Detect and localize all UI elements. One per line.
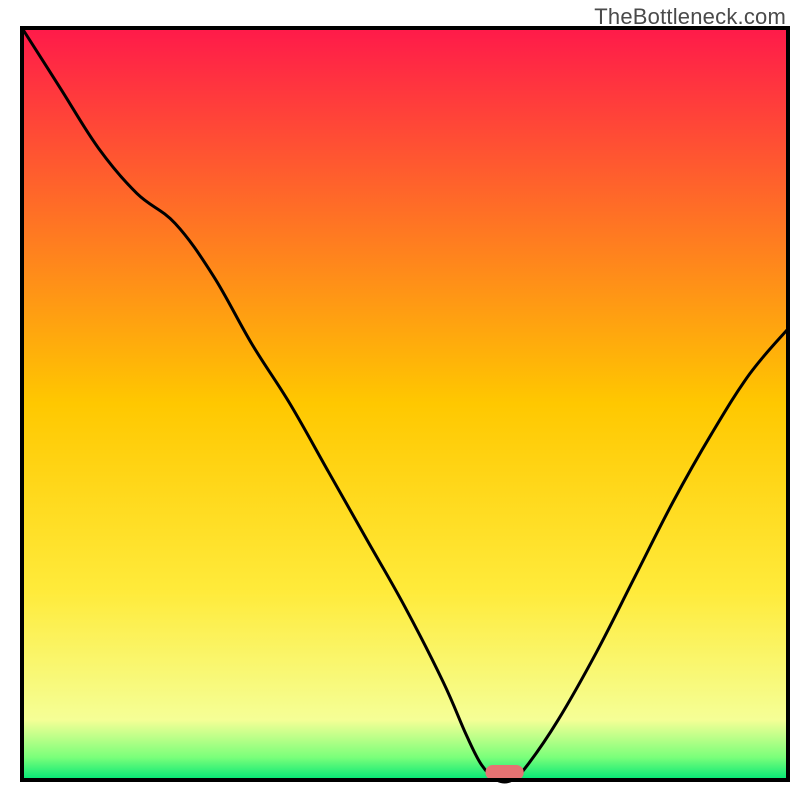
chart-svg — [0, 0, 800, 800]
bottleneck-chart: TheBottleneck.com — [0, 0, 800, 800]
watermark-text: TheBottleneck.com — [594, 4, 786, 30]
minimum-marker — [485, 765, 523, 780]
chart-background — [22, 28, 788, 780]
